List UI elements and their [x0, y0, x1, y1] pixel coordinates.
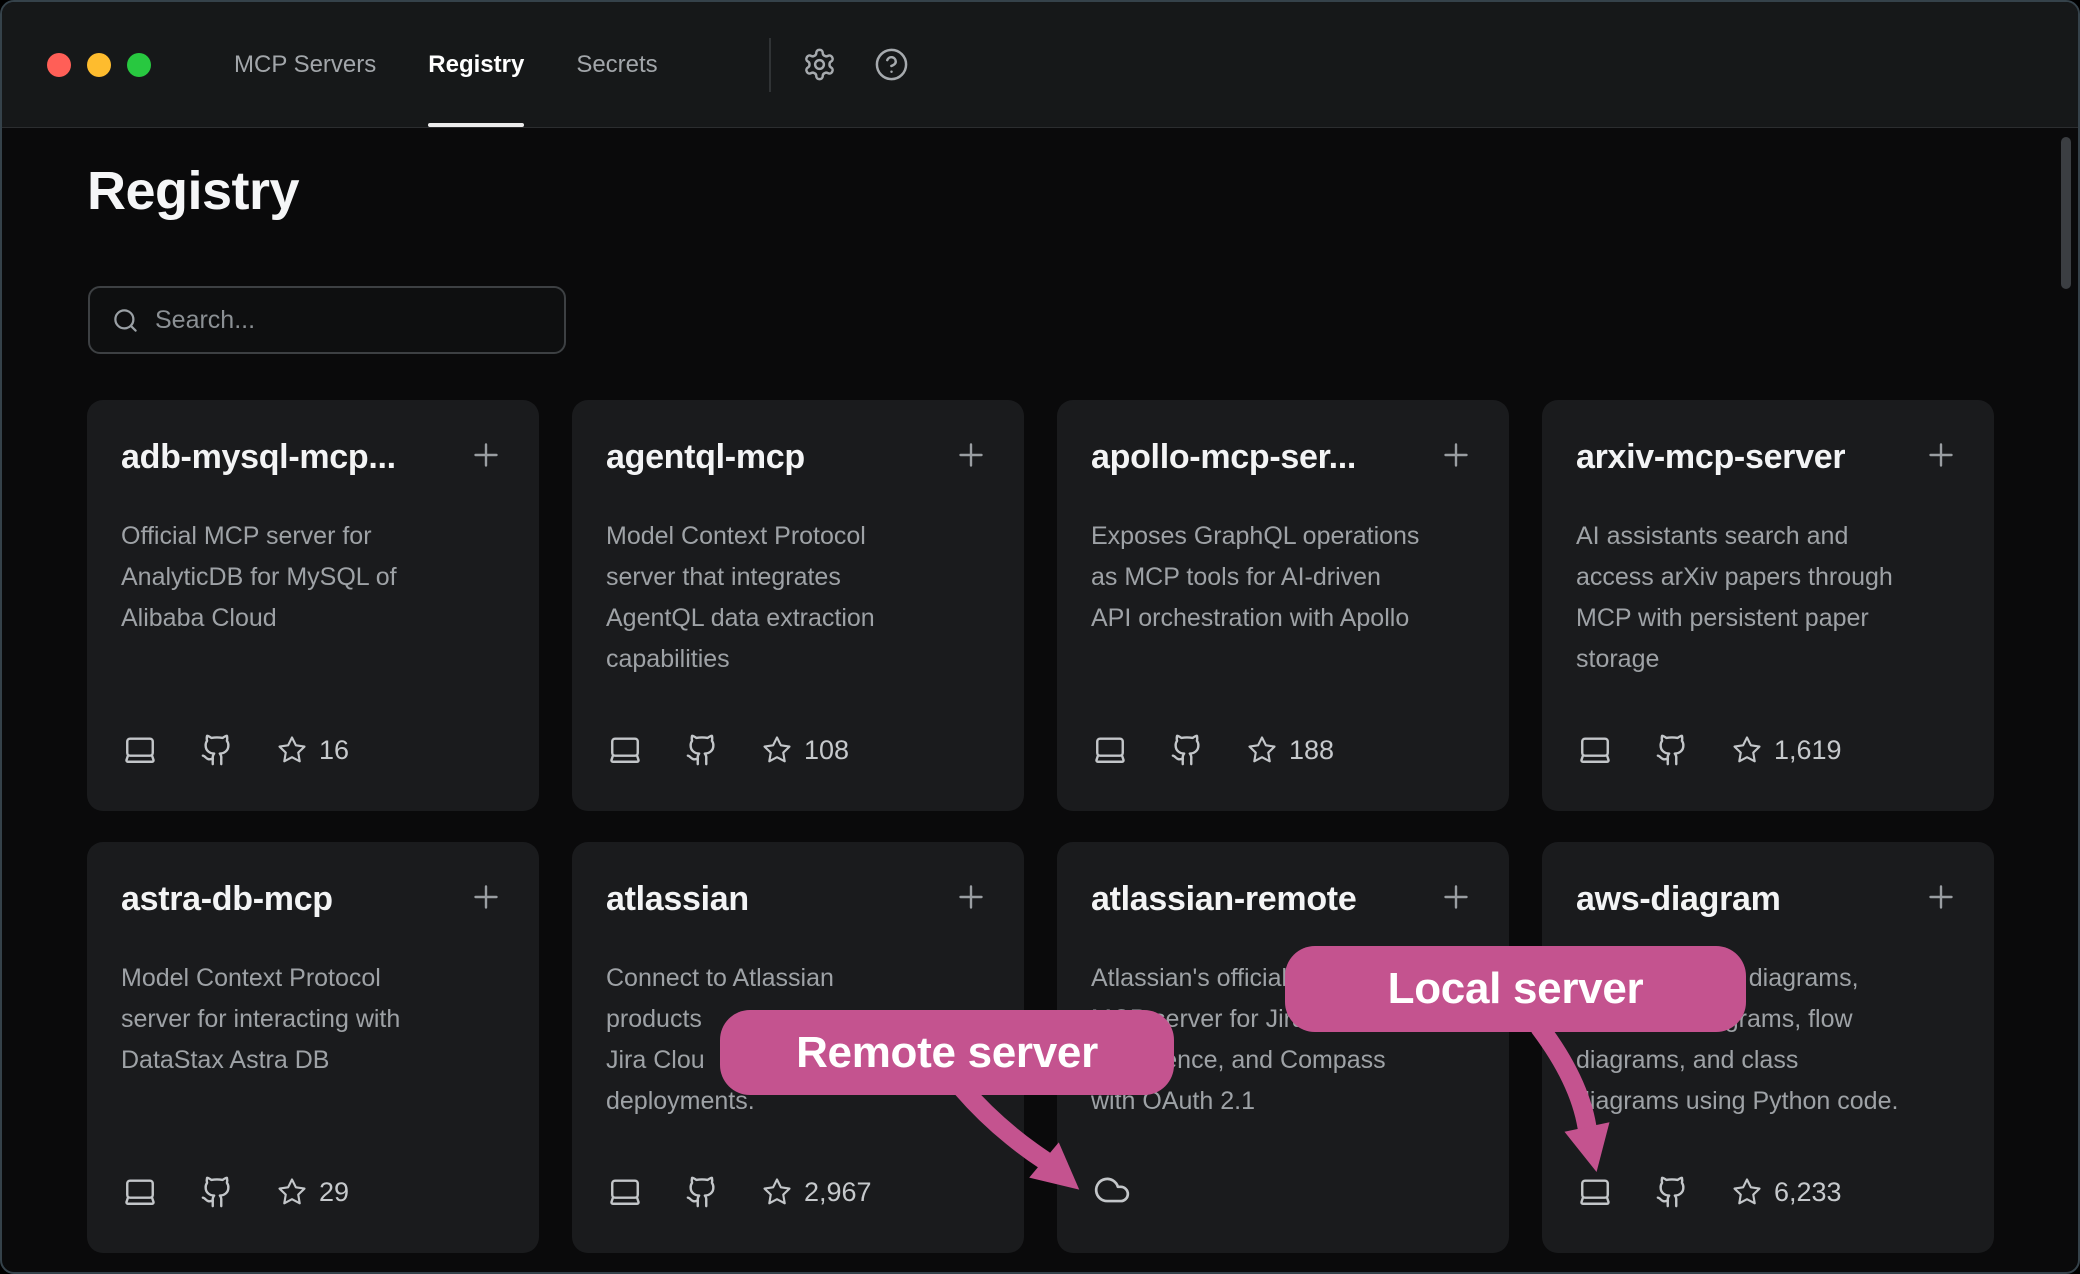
registry-card[interactable]: apollo-mcp-ser... Exposes GraphQL operat…	[1057, 400, 1509, 811]
search-icon	[112, 307, 139, 334]
laptop-icon	[1578, 733, 1612, 767]
close-button[interactable]	[47, 53, 71, 77]
add-server-button[interactable]	[467, 436, 505, 474]
star-icon	[277, 1177, 307, 1207]
star-count: 29	[319, 1177, 349, 1208]
card-title: arxiv-mcp-server	[1576, 436, 1845, 478]
add-server-button[interactable]	[952, 436, 990, 474]
registry-grid: adb-mysql-mcp... Official MCP server for…	[87, 400, 1994, 1253]
card-title: adb-mysql-mcp...	[121, 436, 396, 478]
toolbar-actions	[800, 2, 910, 127]
card-footer: 188	[1093, 733, 1334, 767]
local-server-callout: Local server	[1285, 946, 1746, 1032]
card-description: Model Context Protocol server for intera…	[121, 958, 505, 1081]
card-title: apollo-mcp-ser...	[1091, 436, 1356, 478]
laptop-icon	[123, 733, 157, 767]
add-server-button[interactable]	[1922, 878, 1960, 916]
star-count: 2,967	[804, 1177, 872, 1208]
card-description: Official MCP server for AnalyticDB for M…	[121, 516, 505, 639]
github-icon	[1655, 1175, 1689, 1209]
laptop-icon	[608, 1175, 642, 1209]
plus-icon	[1923, 879, 1959, 915]
star-icon	[277, 735, 307, 765]
cloud-icon	[1093, 1171, 1131, 1209]
tab-mcp-servers[interactable]: MCP Servers	[234, 2, 376, 127]
tab-bar: MCP Servers Registry Secrets	[234, 2, 658, 127]
registry-card[interactable]: adb-mysql-mcp... Official MCP server for…	[87, 400, 539, 811]
star-count: 6,233	[1774, 1177, 1842, 1208]
card-footer: 6,233	[1578, 1175, 1842, 1209]
plus-icon	[953, 437, 989, 473]
registry-card[interactable]: agentql-mcp Model Context Protocol serve…	[572, 400, 1024, 811]
tab-registry[interactable]: Registry	[428, 2, 524, 127]
plus-icon	[953, 879, 989, 915]
star-count: 188	[1289, 735, 1334, 766]
star-icon	[1732, 735, 1762, 765]
plus-icon	[1438, 437, 1474, 473]
registry-card[interactable]: arxiv-mcp-server AI assistants search an…	[1542, 400, 1994, 811]
star-icon	[1732, 1177, 1762, 1207]
card-footer: 29	[123, 1175, 349, 1209]
help-icon	[874, 47, 909, 82]
window-controls	[47, 53, 151, 77]
github-icon	[1655, 733, 1689, 767]
scrollbar-thumb[interactable]	[2061, 137, 2071, 289]
search-box	[88, 286, 566, 354]
github-icon	[1170, 733, 1204, 767]
minimize-button[interactable]	[87, 53, 111, 77]
add-server-button[interactable]	[1437, 878, 1475, 916]
add-server-button[interactable]	[952, 878, 990, 916]
star-count: 16	[319, 735, 349, 766]
app-window: MCP Servers Registry Secrets Registry	[0, 0, 2080, 1274]
tab-secrets[interactable]: Secrets	[576, 2, 657, 127]
card-footer: 16	[123, 733, 349, 767]
card-footer	[1093, 1171, 1131, 1209]
title-bar: MCP Servers Registry Secrets	[2, 2, 2078, 128]
github-icon	[200, 1175, 234, 1209]
add-server-button[interactable]	[467, 878, 505, 916]
help-button[interactable]	[872, 46, 910, 84]
card-footer: 1,619	[1578, 733, 1842, 767]
card-title: astra-db-mcp	[121, 878, 333, 920]
star-icon	[762, 1177, 792, 1207]
card-title: aws-diagram	[1576, 878, 1781, 920]
github-icon	[685, 733, 719, 767]
search-input[interactable]	[155, 306, 550, 335]
plus-icon	[468, 437, 504, 473]
card-description: Exposes GraphQL operations as MCP tools …	[1091, 516, 1475, 639]
github-icon	[685, 1175, 719, 1209]
laptop-icon	[608, 733, 642, 767]
card-footer: 108	[608, 733, 849, 767]
card-description: Model Context Protocol server that integ…	[606, 516, 990, 680]
laptop-icon	[123, 1175, 157, 1209]
registry-card[interactable]: astra-db-mcp Model Context Protocol serv…	[87, 842, 539, 1253]
star-icon	[1247, 735, 1277, 765]
card-title: atlassian-remote	[1091, 878, 1356, 920]
remote-server-callout: Remote server	[720, 1010, 1174, 1095]
add-server-button[interactable]	[1922, 436, 1960, 474]
laptop-icon	[1578, 1175, 1612, 1209]
card-footer: 2,967	[608, 1175, 872, 1209]
settings-button[interactable]	[800, 46, 838, 84]
gear-icon	[802, 47, 837, 82]
plus-icon	[468, 879, 504, 915]
star-icon	[762, 735, 792, 765]
registry-card[interactable]: aws-diagram Generate AWS diagrams, seque…	[1542, 842, 1994, 1253]
plus-icon	[1438, 879, 1474, 915]
card-title: atlassian	[606, 878, 749, 920]
github-icon	[200, 733, 234, 767]
add-server-button[interactable]	[1437, 436, 1475, 474]
toolbar-divider	[769, 38, 771, 92]
zoom-button[interactable]	[127, 53, 151, 77]
star-count: 108	[804, 735, 849, 766]
card-description: AI assistants search and access arXiv pa…	[1576, 516, 1960, 680]
card-title: agentql-mcp	[606, 436, 805, 478]
plus-icon	[1923, 437, 1959, 473]
page-title: Registry	[87, 160, 299, 222]
star-count: 1,619	[1774, 735, 1842, 766]
laptop-icon	[1093, 733, 1127, 767]
